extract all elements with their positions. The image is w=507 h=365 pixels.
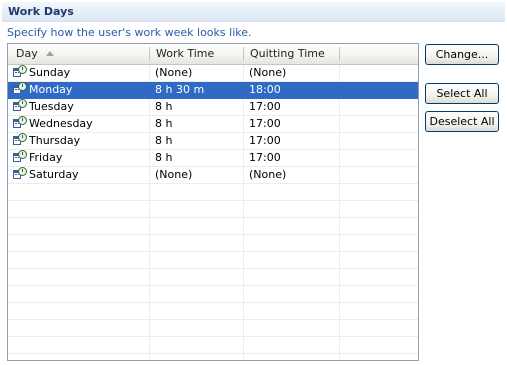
empty-table-row	[8, 252, 418, 269]
table-row[interactable]: Wednesday 8 h 17:00	[8, 116, 418, 133]
section-header: Work Days	[2, 2, 505, 22]
select-all-button[interactable]: Select All	[425, 83, 499, 104]
day-cell: Tuesday	[12, 99, 150, 115]
table-row[interactable]: Saturday (None) (None)	[8, 167, 418, 184]
quitting-time-cell: 17:00	[249, 151, 281, 164]
work-time-cell: 8 h 30 m	[155, 83, 205, 96]
empty-table-row	[8, 218, 418, 235]
empty-table-row	[8, 201, 418, 218]
change-button[interactable]: Change...	[425, 44, 499, 65]
day-cell: Wednesday	[12, 116, 150, 132]
sort-ascending-icon	[45, 51, 54, 56]
work-time-cell: 8 h	[155, 100, 173, 113]
day-label: Tuesday	[29, 100, 74, 113]
work-time-cell: 8 h	[155, 151, 173, 164]
day-label: Thursday	[29, 134, 81, 147]
empty-table-row	[8, 286, 418, 303]
column-divider[interactable]	[339, 47, 340, 61]
empty-table-row	[8, 303, 418, 320]
quitting-time-cell: 18:00	[249, 83, 281, 96]
quitting-time-cell: (None)	[249, 168, 287, 181]
column-header-work-time[interactable]: Work Time	[150, 44, 244, 64]
table-row[interactable]: Sunday (None) (None)	[8, 65, 418, 82]
day-cell: Sunday	[12, 65, 150, 81]
work-time-cell: (None)	[155, 66, 193, 79]
column-header-work-time-label: Work Time	[156, 47, 215, 60]
day-label: Monday	[29, 83, 73, 96]
empty-table-row	[8, 184, 418, 201]
quitting-time-cell: (None)	[249, 66, 287, 79]
column-header-day[interactable]: Day	[8, 44, 150, 64]
calendar-clock-icon	[12, 99, 27, 113]
quitting-time-cell: 17:00	[249, 117, 281, 130]
work-time-cell: 8 h	[155, 117, 173, 130]
calendar-clock-icon	[12, 133, 27, 147]
table-row[interactable]: Monday 8 h 30 m 18:00	[8, 82, 418, 99]
quitting-time-cell: 17:00	[249, 134, 281, 147]
table-row[interactable]: Friday 8 h 17:00	[8, 150, 418, 167]
column-header-day-label: Day	[16, 47, 38, 60]
calendar-clock-icon	[12, 150, 27, 164]
calendar-clock-icon	[12, 65, 27, 79]
column-header-quitting-time[interactable]: Quitting Time	[244, 44, 340, 64]
table-header: Day Work Time Quitting Time	[8, 44, 418, 65]
section-description: Specify how the user's work week looks l…	[7, 26, 252, 39]
calendar-clock-icon	[12, 167, 27, 181]
calendar-clock-icon	[12, 82, 27, 96]
day-label: Saturday	[29, 168, 79, 181]
empty-table-row	[8, 235, 418, 252]
day-cell: Thursday	[12, 133, 150, 149]
quitting-time-cell: 17:00	[249, 100, 281, 113]
column-header-quitting-time-label: Quitting Time	[250, 47, 325, 60]
table-row[interactable]: Tuesday 8 h 17:00	[8, 99, 418, 116]
work-time-cell: 8 h	[155, 134, 173, 147]
deselect-all-button[interactable]: Deselect All	[425, 111, 499, 132]
day-label: Friday	[29, 151, 63, 164]
empty-table-row	[8, 337, 418, 354]
empty-table-row	[8, 269, 418, 286]
day-cell: Saturday	[12, 167, 150, 183]
table-row[interactable]: Thursday 8 h 17:00	[8, 133, 418, 150]
calendar-clock-icon	[12, 116, 27, 130]
day-cell: Monday	[12, 82, 150, 98]
day-label: Sunday	[29, 66, 71, 79]
section-title: Work Days	[8, 5, 74, 18]
table-body: Sunday (None) (None) Monday 8 h 30 m 18:00 Tue…	[8, 65, 418, 354]
empty-table-row	[8, 320, 418, 337]
work-time-cell: (None)	[155, 168, 193, 181]
day-cell: Friday	[12, 150, 150, 166]
work-days-table[interactable]: Day Work Time Quitting Time Sunday (None)…	[7, 43, 419, 361]
day-label: Wednesday	[29, 117, 93, 130]
